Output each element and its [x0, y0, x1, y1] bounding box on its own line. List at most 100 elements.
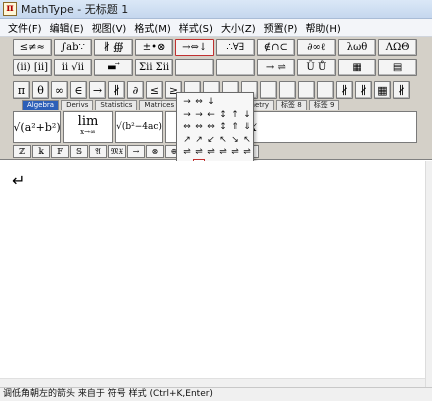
- misc-symbols-button[interactable]: ∂∞ℓ: [297, 39, 336, 56]
- arrow-palette-cell[interactable]: ⇌: [181, 146, 193, 159]
- arrow-palette-cell[interactable]: ⇌: [193, 146, 205, 159]
- labeled-arrow-templates-button[interactable]: → ⇌: [256, 59, 296, 76]
- arrow-palette-cell[interactable]: [241, 96, 253, 109]
- arrow-palette-cell[interactable]: ↖: [217, 134, 229, 147]
- window-title: MathType - 无标题 1: [21, 3, 129, 16]
- arrow-palette-cell[interactable]: →: [181, 96, 193, 109]
- vector-templates-button[interactable]: ▤: [378, 59, 417, 76]
- arrow-palette-cell[interactable]: ↗: [181, 134, 193, 147]
- return-arrow-icon: ↵: [12, 171, 26, 190]
- small-bar-partial-button[interactable]: ∂: [127, 81, 144, 99]
- style-fraktur-mx-button[interactable]: 𝔐𝔛: [108, 145, 126, 158]
- small-bar-leq-button[interactable]: ≤: [146, 81, 163, 99]
- template-discriminant[interactable]: √(b²−4ac): [115, 111, 163, 143]
- spaces-ellipses-button[interactable]: ∫ab∵: [53, 39, 93, 56]
- small-bar-prime-button[interactable]: ∦: [108, 81, 125, 99]
- small-bar-arrow-button[interactable]: →: [89, 81, 106, 99]
- embellishments-button[interactable]: ∦ ∰: [94, 39, 133, 56]
- small-bar-slot-21[interactable]: ∦: [393, 81, 410, 99]
- tab-statistics[interactable]: Statistics: [95, 100, 138, 110]
- set-theory-symbols-button[interactable]: ∉∩⊂: [256, 39, 296, 56]
- title-bar: π MathType - 无标题 1: [0, 0, 432, 19]
- small-bar-element-button[interactable]: ∈: [70, 81, 87, 99]
- arrow-palette-cell[interactable]: ⇓: [241, 121, 253, 134]
- menu-edit[interactable]: 编辑(E): [46, 20, 88, 35]
- small-bar-slot-14[interactable]: [260, 81, 277, 99]
- small-bar-pi-button[interactable]: π: [13, 81, 30, 99]
- arrow-palette-cell[interactable]: ←: [205, 109, 217, 122]
- arrow-palette-cell[interactable]: ↕: [217, 109, 229, 122]
- arrow-palette-cell[interactable]: ⇔: [181, 121, 193, 134]
- small-bar-slot-17[interactable]: [317, 81, 334, 99]
- small-bar-infinity-button[interactable]: ∞: [51, 81, 68, 99]
- fraction-radical-templates-button[interactable]: ⅱ √ⅱ: [53, 59, 93, 76]
- relational-symbols-button[interactable]: ≤≠≈: [13, 39, 52, 56]
- small-bar-slot-19[interactable]: ∦: [355, 81, 372, 99]
- underbar-overbar-templates-button[interactable]: [215, 59, 255, 76]
- arrow-palette-cell[interactable]: ⇌: [205, 146, 217, 159]
- arrow-palette-cell[interactable]: ↘: [229, 134, 241, 147]
- small-bar-slot-15[interactable]: [279, 81, 296, 99]
- arrow-palette-cell[interactable]: ↓: [241, 109, 253, 122]
- template-hypotenuse[interactable]: √(a²+b²): [13, 111, 61, 143]
- arrow-palette-cell[interactable]: ↓: [205, 96, 217, 109]
- sub-superscript-templates-button[interactable]: ▬ ⃗: [94, 59, 133, 76]
- summation-templates-button[interactable]: Σⅱ Σⅱ: [134, 59, 174, 76]
- arrow-palette-cell[interactable]: ⇌: [217, 146, 229, 159]
- vertical-scrollbar[interactable]: [425, 161, 432, 387]
- greek-lowercase-button[interactable]: λωθ: [337, 39, 377, 56]
- tab-derivs[interactable]: Derivs: [61, 100, 94, 110]
- arrow-palette-cell[interactable]: ⇔: [193, 121, 205, 134]
- matrix-templates-button[interactable]: ▦: [337, 59, 377, 76]
- operator-symbols-button[interactable]: ±•⊗: [134, 39, 174, 56]
- arrow-palette-cell[interactable]: →: [193, 109, 205, 122]
- arrow-palette-cell[interactable]: ⇔: [205, 121, 217, 134]
- style-arrow-button[interactable]: →: [127, 145, 145, 158]
- logical-symbols-button[interactable]: ∴∀∃: [215, 39, 255, 56]
- mathtype-window: π MathType - 无标题 1 文件(F) 编辑(E) 视图(V) 格式(…: [0, 0, 432, 401]
- menu-file[interactable]: 文件(F): [4, 20, 46, 35]
- integral-templates-button[interactable]: [175, 59, 214, 76]
- small-bar-slot-16[interactable]: [298, 81, 315, 99]
- small-bar-theta-button[interactable]: θ: [32, 81, 49, 99]
- greek-uppercase-button[interactable]: ΛΩΘ: [378, 39, 417, 56]
- template-limit-sub: x→∞: [80, 128, 96, 136]
- tab-algebra[interactable]: Algebra: [22, 100, 60, 110]
- template-limit[interactable]: lim x→∞: [63, 111, 113, 143]
- arrow-palette-cell[interactable]: ↑: [229, 109, 241, 122]
- arrow-palette-cell[interactable]: ⇑: [229, 121, 241, 134]
- menu-view[interactable]: 视图(V): [88, 20, 131, 35]
- equation-editor-area[interactable]: ↵: [0, 161, 425, 387]
- style-otimes-button[interactable]: ⊗: [146, 145, 164, 158]
- menu-style[interactable]: 样式(S): [175, 20, 217, 35]
- arrow-palette-cell[interactable]: ↕: [217, 121, 229, 134]
- style-s-button[interactable]: 𝕊: [70, 145, 88, 158]
- arrow-palette-cell[interactable]: ↙: [205, 134, 217, 147]
- arrow-symbols-button[interactable]: →⇔↓: [175, 39, 214, 56]
- products-set-templates-button[interactable]: Ū Ů: [297, 59, 336, 76]
- arrow-palette-cell[interactable]: [229, 96, 241, 109]
- tab-matrices[interactable]: Matrices: [139, 100, 180, 110]
- arrow-palette-cell[interactable]: ⇌: [241, 146, 253, 159]
- arrow-palette-cell[interactable]: ↗: [193, 134, 205, 147]
- style-integers-button[interactable]: ℤ: [13, 145, 31, 158]
- fence-templates-button[interactable]: (ⅱ) [ⅱ]: [13, 59, 52, 76]
- menu-size[interactable]: 大小(Z): [217, 20, 260, 35]
- menu-preferences[interactable]: 预置(P): [260, 20, 302, 35]
- tab-label-9[interactable]: 标签 9: [308, 100, 340, 110]
- style-f-button[interactable]: 𝔽: [51, 145, 69, 158]
- arrow-palette-dropdown: →⇔↓→→←↕↑↓⇔⇔⇔↕⇑⇓↗↗↙↖↘↖⇌⇌⇌⇌⇌⇌↦↵: [176, 92, 254, 172]
- arrow-palette-cell[interactable]: ⇔: [193, 96, 205, 109]
- menu-help[interactable]: 帮助(H): [301, 20, 344, 35]
- style-fraktur-a-button[interactable]: 𝔄: [89, 145, 107, 158]
- menu-format[interactable]: 格式(M): [130, 20, 174, 35]
- horizontal-scrollbar[interactable]: [0, 378, 425, 387]
- arrow-palette-cell[interactable]: ⇌: [229, 146, 241, 159]
- arrow-palette-cell[interactable]: →: [181, 109, 193, 122]
- small-bar-slot-20[interactable]: ▦: [374, 81, 391, 99]
- style-k-button[interactable]: 𝕜: [32, 145, 50, 158]
- arrow-palette-cell[interactable]: ↖: [241, 134, 253, 147]
- tab-label-8[interactable]: 标签 8: [276, 100, 307, 110]
- arrow-palette-cell[interactable]: [217, 96, 229, 109]
- small-bar-slot-18[interactable]: ∦: [336, 81, 353, 99]
